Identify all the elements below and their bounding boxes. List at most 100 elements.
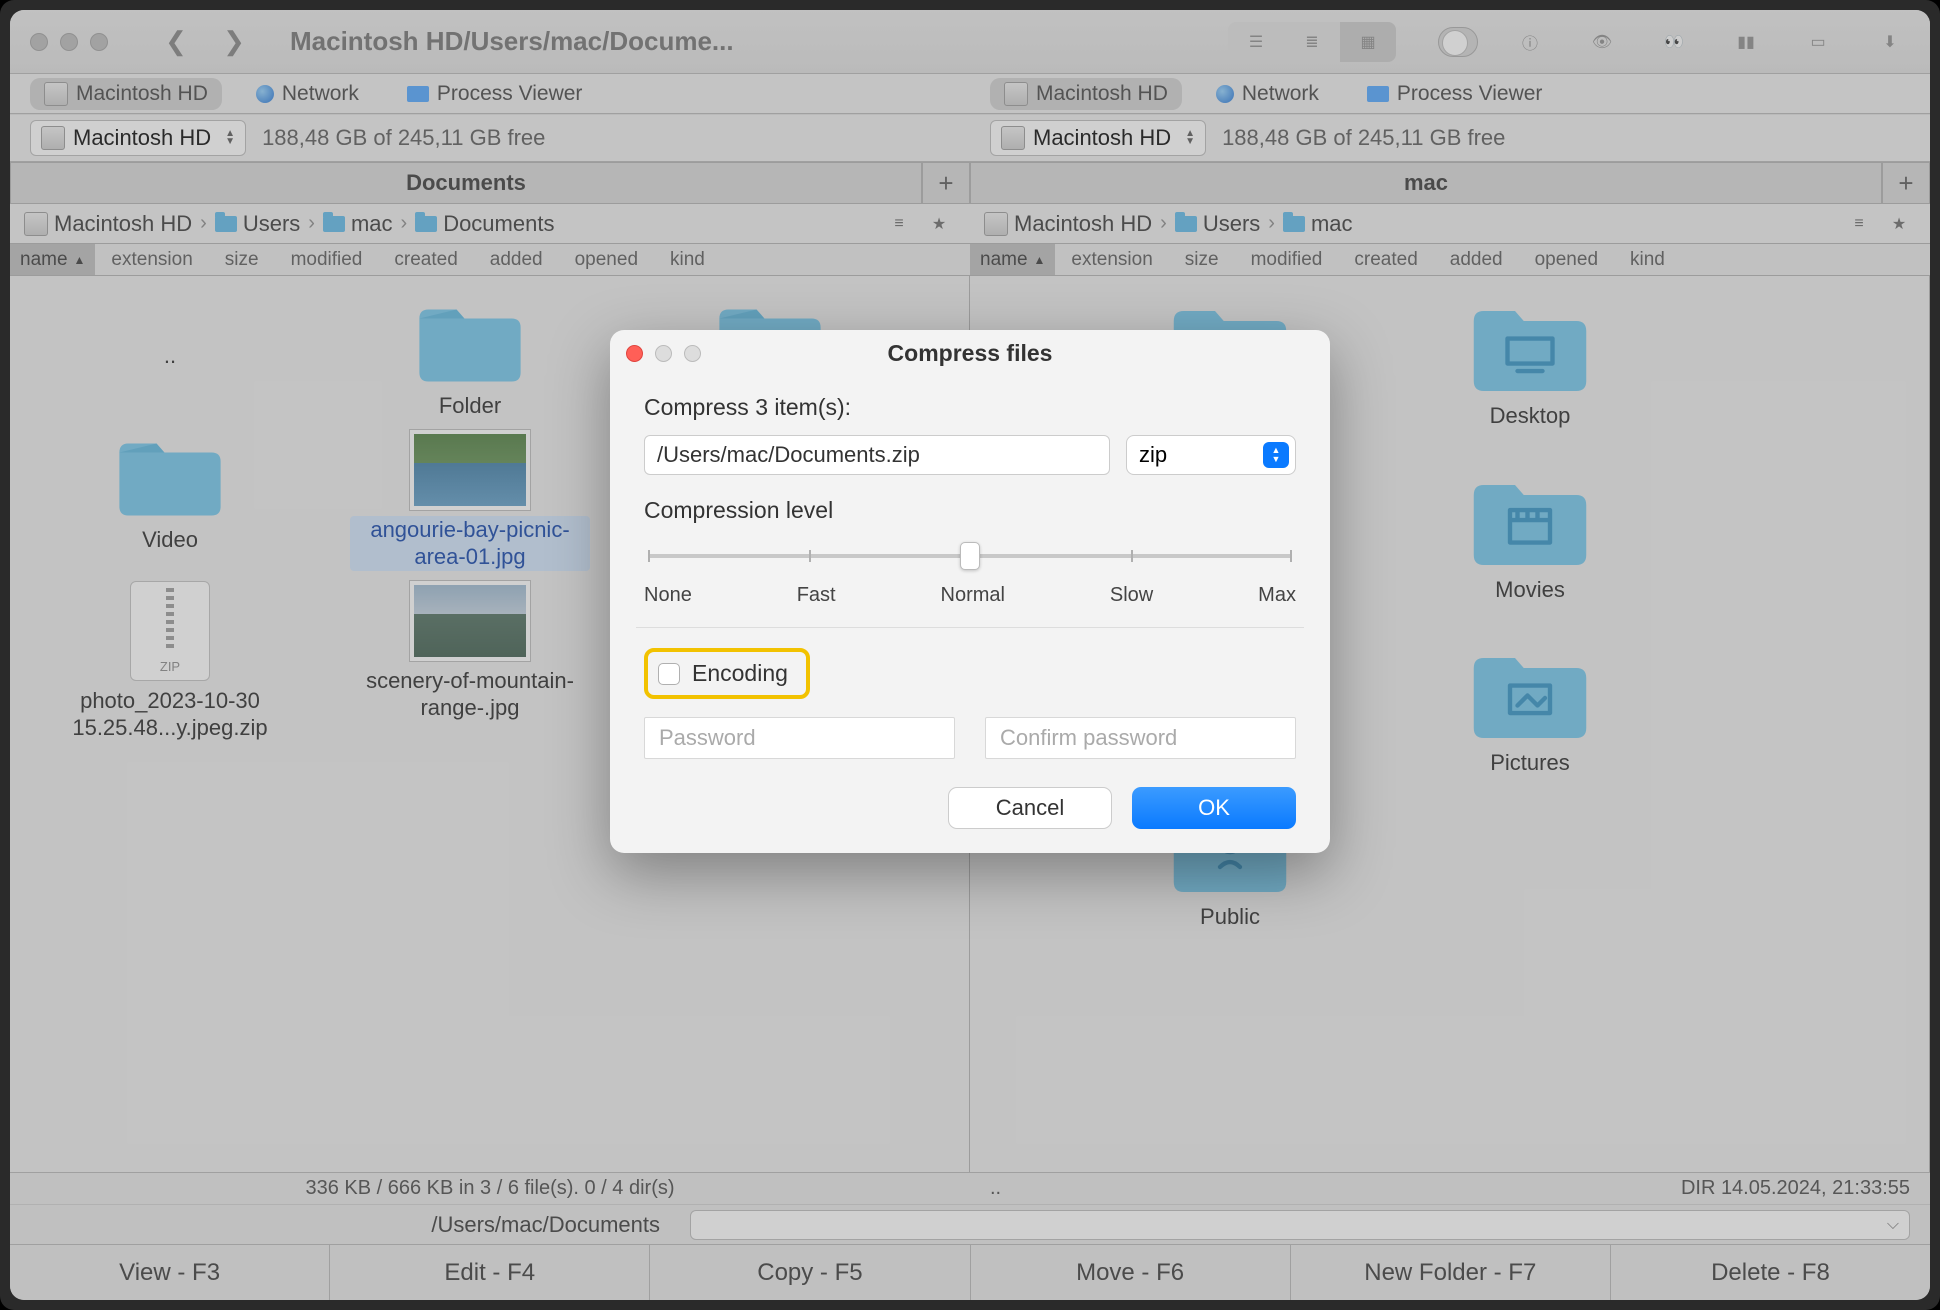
column-header-opened[interactable]: opened (559, 244, 654, 275)
compression-level-option: None (644, 584, 692, 607)
breadcrumb-star-icon[interactable]: ★ (922, 210, 956, 238)
folder-icon (1175, 216, 1197, 232)
column-header-name[interactable]: name▲ (10, 244, 95, 275)
zoom-window-icon[interactable] (90, 33, 108, 51)
breadcrumb-menu-icon[interactable]: ≡ (882, 210, 916, 238)
breadcrumb-segment[interactable]: Macintosh HD (24, 211, 192, 237)
image-thumbnail (410, 581, 530, 661)
column-header-added[interactable]: added (474, 244, 559, 275)
tab-right[interactable]: mac (970, 162, 1882, 204)
fn-button[interactable]: New Folder - F7 (1291, 1245, 1611, 1300)
password-input[interactable]: Password (644, 717, 955, 759)
cancel-button[interactable]: Cancel (948, 787, 1112, 829)
view-list-icon[interactable]: ☰ (1228, 22, 1284, 62)
archive-path-input[interactable]: /Users/mac/Documents.zip (644, 435, 1110, 475)
breadcrumb-segment[interactable]: mac (1283, 211, 1353, 237)
dialog-close-icon[interactable] (626, 345, 643, 362)
breadcrumb-segment[interactable]: mac (323, 211, 393, 237)
column-header-added[interactable]: added (1434, 244, 1519, 275)
view-grid-icon[interactable]: ▦ (1340, 22, 1396, 62)
pictures-folder-icon (1465, 643, 1595, 743)
compress-count-label: Compress 3 item(s): (644, 394, 1296, 421)
column-header-size[interactable]: size (1169, 244, 1235, 275)
column-header-extension[interactable]: extension (95, 244, 208, 275)
path-dropdown[interactable]: ⌵ (690, 1210, 1910, 1240)
nav-forward-button[interactable]: ❯ (214, 22, 254, 62)
fn-button[interactable]: View - F3 (10, 1245, 330, 1300)
column-header-opened[interactable]: opened (1519, 244, 1614, 275)
fn-button[interactable]: Copy - F5 (650, 1245, 970, 1300)
columns-icon[interactable]: ▮▮ (1726, 22, 1766, 62)
breadcrumb-segment[interactable]: Users (215, 211, 300, 237)
favorite-network-left[interactable]: Network (242, 78, 373, 110)
tab-add-left[interactable]: + (922, 162, 970, 204)
file-item[interactable]: Video (20, 430, 320, 571)
breadcrumb-segment[interactable]: Macintosh HD (984, 211, 1152, 237)
close-window-icon[interactable] (30, 33, 48, 51)
path-label: /Users/mac/Documents (30, 1212, 670, 1238)
hd-icon (984, 212, 1008, 236)
folder-item[interactable]: Desktop (1380, 296, 1680, 430)
column-header-kind[interactable]: kind (654, 244, 721, 275)
fn-button[interactable]: Move - F6 (971, 1245, 1291, 1300)
favorites-bar: Macintosh HD Network Process Viewer Maci… (10, 74, 1930, 114)
favorite-hd-right[interactable]: Macintosh HD (990, 78, 1182, 110)
volume-select-left[interactable]: Macintosh HD▲▼ (30, 120, 246, 156)
file-item[interactable]: Folder (320, 296, 620, 420)
dialog-zoom-icon (684, 345, 701, 362)
network-icon (1216, 85, 1234, 103)
info-icon[interactable]: ⓘ (1510, 22, 1550, 62)
folder-item[interactable]: Pictures (1380, 643, 1680, 777)
column-header-modified[interactable]: modified (1235, 244, 1339, 275)
file-item[interactable]: .. (20, 296, 320, 420)
favorite-pv-left[interactable]: Process Viewer (393, 78, 597, 110)
breadcrumb-segment[interactable]: Users (1175, 211, 1260, 237)
share-icon[interactable]: ▭ (1798, 22, 1838, 62)
column-header-size[interactable]: size (209, 244, 275, 275)
encoding-checkbox[interactable] (658, 663, 680, 685)
compression-slider[interactable] (648, 538, 1292, 574)
window-title: Macintosh HD/Users/mac/Docume... (290, 26, 734, 57)
volume-select-right[interactable]: Macintosh HD▲▼ (990, 120, 1206, 156)
favorite-pv-right[interactable]: Process Viewer (1353, 78, 1557, 110)
hd-icon (1001, 126, 1025, 150)
confirm-password-input[interactable]: Confirm password (985, 717, 1296, 759)
column-header-extension[interactable]: extension (1055, 244, 1168, 275)
compression-level-option: Slow (1110, 584, 1153, 607)
column-header-modified[interactable]: modified (275, 244, 379, 275)
ok-button[interactable]: OK (1132, 787, 1296, 829)
slider-thumb[interactable] (960, 542, 980, 570)
tab-bar: Documents + mac + (10, 162, 1930, 204)
download-icon[interactable]: ⬇ (1870, 22, 1910, 62)
file-item[interactable]: angourie-bay-picnic-area-01.jpg (320, 430, 620, 571)
status-left: 336 KB / 666 KB in 3 / 6 file(s). 0 / 4 … (305, 1177, 674, 1200)
binoculars-icon[interactable]: 👀 (1654, 22, 1694, 62)
favorite-hd-left[interactable]: Macintosh HD (30, 78, 222, 110)
column-header-created[interactable]: created (1338, 244, 1433, 275)
dialog-minimize-icon (655, 345, 672, 362)
favorite-network-right[interactable]: Network (1202, 78, 1333, 110)
breadcrumb-menu-icon[interactable]: ≡ (1842, 210, 1876, 238)
tab-left[interactable]: Documents (10, 162, 922, 204)
nav-back-button[interactable]: ❮ (156, 22, 196, 62)
preview-icon[interactable]: 👁 (1582, 22, 1622, 62)
column-header-created[interactable]: created (378, 244, 473, 275)
folder-label: Public (1200, 903, 1260, 931)
fn-button[interactable]: Edit - F4 (330, 1245, 650, 1300)
view-columns-icon[interactable]: ≣ (1284, 22, 1340, 62)
archive-format-select[interactable]: zip ▲▼ (1126, 435, 1296, 475)
zip-icon: ZIP (130, 581, 210, 681)
file-item[interactable]: ZIPphoto_2023-10-30 15.25.48...y.jpeg.zi… (20, 581, 320, 742)
toggle-switch[interactable] (1438, 22, 1478, 62)
column-header-name[interactable]: name▲ (970, 244, 1055, 275)
minimize-window-icon[interactable] (60, 33, 78, 51)
encoding-highlight: Encoding (644, 648, 810, 699)
fn-button[interactable]: Delete - F8 (1611, 1245, 1930, 1300)
column-header-kind[interactable]: kind (1614, 244, 1681, 275)
breadcrumb-segment[interactable]: Documents (415, 211, 554, 237)
tab-add-right[interactable]: + (1882, 162, 1930, 204)
file-item[interactable]: scenery-of-mountain-range-.jpg (320, 581, 620, 742)
folder-icon (410, 296, 530, 386)
folder-item[interactable]: Movies (1380, 470, 1680, 604)
breadcrumb-star-icon[interactable]: ★ (1882, 210, 1916, 238)
